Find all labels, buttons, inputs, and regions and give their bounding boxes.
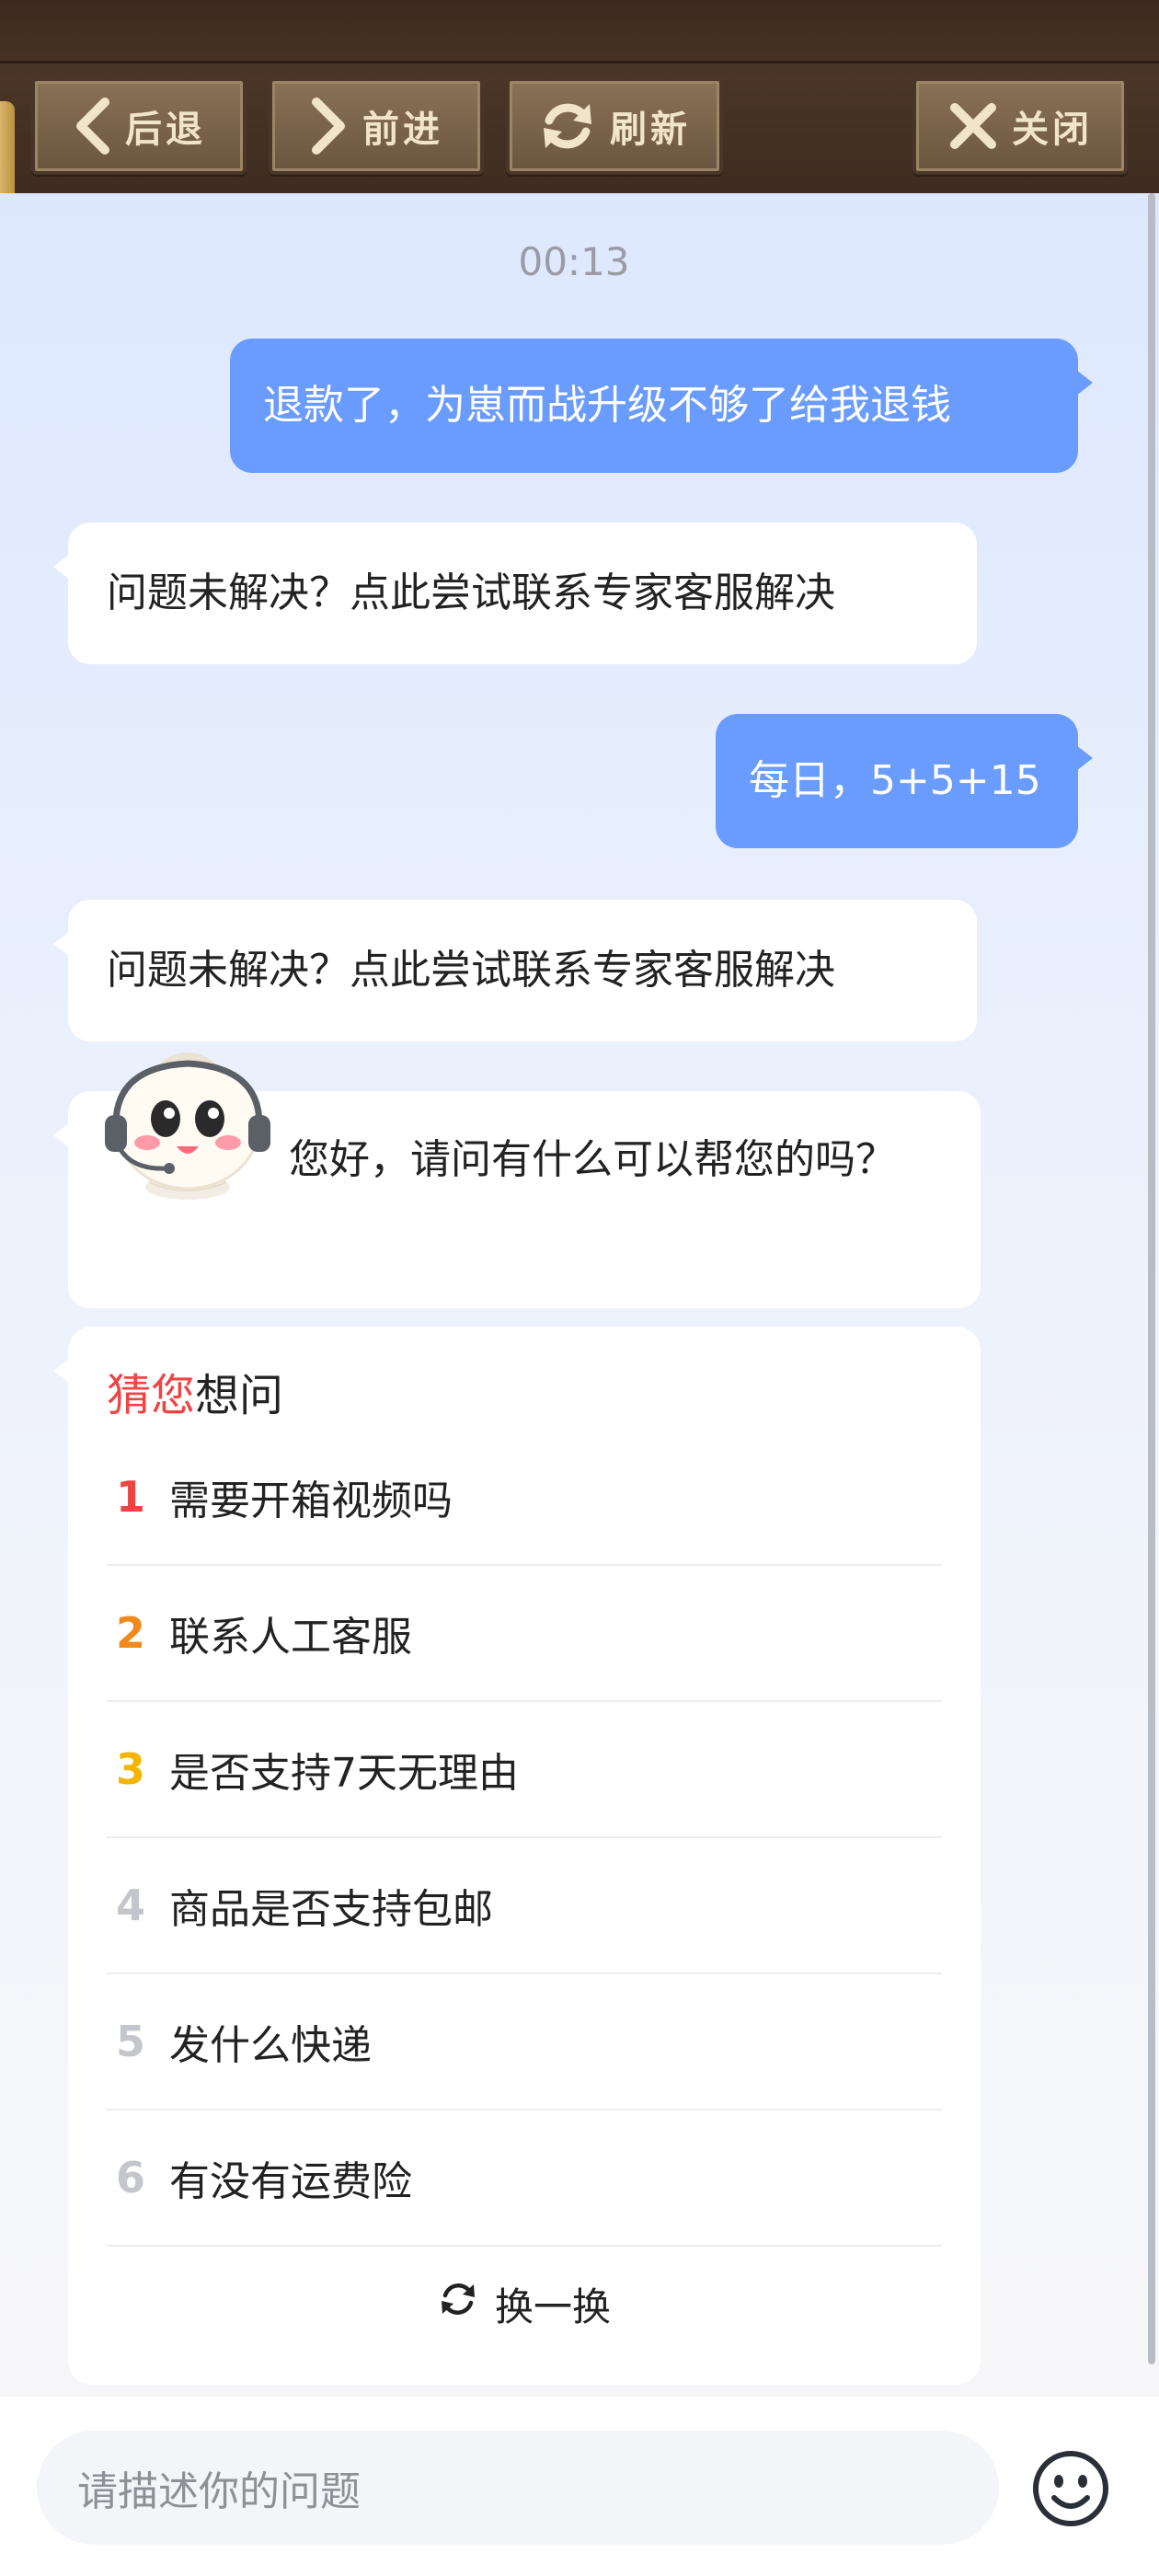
suggested-question[interactable]: 1 需要开箱视频吗: [107, 1430, 942, 1566]
question-text: 有没有运费险: [169, 2158, 412, 2205]
refresh-button[interactable]: 刷新: [506, 77, 723, 175]
refresh-icon: [538, 97, 597, 155]
shuffle-questions-button[interactable]: 换一换: [68, 2258, 981, 2350]
greeting-text: 您好，请问有什么可以帮您的吗？: [289, 1136, 896, 1183]
message-text: 问题未解决？点此尝试联系专家客服解决: [107, 569, 835, 616]
suggested-question[interactable]: 3 是否支持7天无理由: [107, 1702, 942, 1838]
forward-label: 前进: [362, 109, 443, 151]
question-number: 3: [116, 1744, 146, 1794]
question-text: 需要开箱视频吗: [169, 1478, 453, 1524]
question-text: 发什么快递: [169, 2022, 372, 2069]
suggested-questions-card: 猜您想问 1 需要开箱视频吗 2 联系人工客服 3 是否支持7天无理由 4 商品…: [53, 1327, 981, 2385]
card-title: 猜您想问: [107, 1363, 283, 1428]
toolbar-divider: [0, 61, 1159, 63]
back-label: 后退: [125, 109, 206, 151]
question-text: 是否支持7天无理由: [169, 1750, 519, 1797]
question-number: 5: [116, 2017, 146, 2066]
chat-area[interactable]: 00:13 退款了，为崽而战升级不够了给我退钱 问题未解决？点此尝试联系专家客服…: [0, 193, 1159, 2397]
message-timestamp: 00:13: [518, 239, 630, 284]
bot-message-escalate[interactable]: 问题未解决？点此尝试联系专家客服解决: [53, 900, 977, 1041]
user-message: 退款了，为崽而战升级不够了给我退钱: [230, 339, 1093, 473]
bot-greeting-message: 您好，请问有什么可以帮您的吗？: [53, 1052, 981, 1308]
question-text: 商品是否支持包邮: [169, 1886, 493, 1933]
shuffle-label: 换一换: [494, 2283, 611, 2329]
question-number: 2: [116, 1608, 146, 1658]
refresh-icon: [438, 2279, 478, 2329]
top-toolbar: 后退 前进 刷新 关闭: [0, 0, 1159, 196]
close-icon: [947, 100, 999, 152]
message-text: 退款了，为崽而战升级不够了给我退钱: [263, 382, 951, 429]
close-label: 关闭: [1012, 109, 1093, 151]
message-input[interactable]: 请描述你的问题: [37, 2431, 999, 2545]
question-number: 6: [116, 2153, 146, 2202]
suggested-question[interactable]: 2 联系人工客服: [107, 1566, 942, 1702]
question-number: 4: [116, 1880, 146, 1930]
suggested-question[interactable]: 5 发什么快递: [107, 1974, 942, 2110]
bot-message-escalate[interactable]: 问题未解决？点此尝试联系专家客服解决: [53, 523, 977, 664]
chevron-left-icon: [72, 97, 112, 155]
suggested-question[interactable]: 6 有没有运费险: [107, 2110, 942, 2247]
scrollbar[interactable]: [1148, 193, 1155, 2364]
user-message: 每日，5+5+15: [716, 714, 1093, 848]
emoji-button[interactable]: [1030, 2448, 1111, 2529]
mascot-avatar: [96, 1040, 280, 1205]
message-text: 问题未解决？点此尝试联系专家客服解决: [107, 947, 835, 994]
suggested-question[interactable]: 4 商品是否支持包邮: [107, 1838, 942, 1974]
input-bar: 请描述你的问题: [0, 2397, 1159, 2576]
chevron-right-icon: [309, 97, 350, 155]
forward-button[interactable]: 前进: [269, 77, 484, 175]
close-button[interactable]: 关闭: [912, 77, 1128, 175]
message-text: 每日，5+5+15: [749, 757, 1041, 804]
card-title-highlight: 猜您: [107, 1370, 196, 1421]
refresh-label: 刷新: [610, 109, 691, 151]
question-number: 1: [116, 1472, 146, 1522]
card-title-rest: 想问: [195, 1370, 284, 1421]
input-placeholder: 请描述你的问题: [77, 2468, 361, 2515]
back-button[interactable]: 后退: [31, 77, 247, 175]
smiley-icon: [1030, 2451, 1111, 2533]
question-text: 联系人工客服: [169, 1614, 412, 1661]
